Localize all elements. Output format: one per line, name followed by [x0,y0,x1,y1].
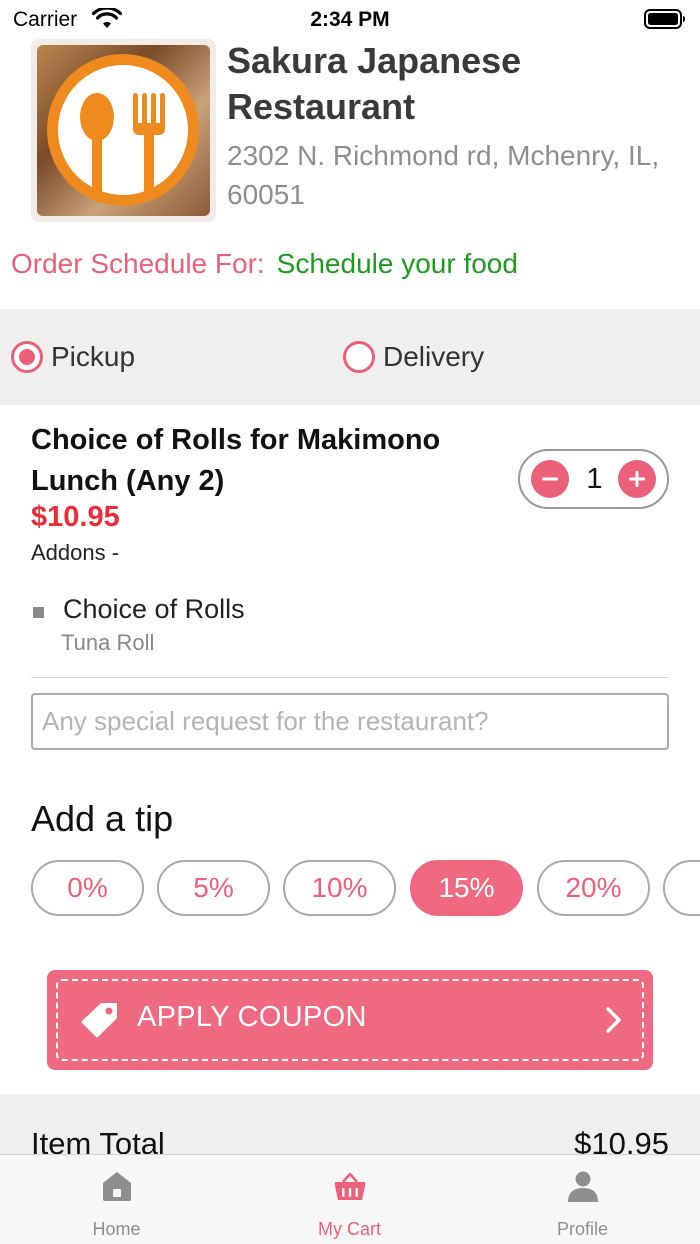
restaurant-address: 2302 N. Richmond rd, Mchenry, IL, 60051 [227,140,660,210]
basket-icon [335,1172,365,1200]
apply-coupon-button[interactable]: APPLY COUPON [47,970,653,1070]
tab-my-cart-label: My Cart [318,1219,381,1239]
tip-option-more[interactable] [663,860,700,916]
tip-option-5[interactable]: 5% [157,860,270,916]
order-schedule: Order Schedule For: Schedule your food [11,248,518,280]
tip-option-10[interactable]: 10% [283,860,396,916]
delivery-label: Delivery [383,341,485,372]
restaurant-name: Sakura Japanese Restaurant [227,40,522,127]
tab-my-cart[interactable]: My Cart [233,1155,466,1244]
cart-item-price: $10.95 [31,501,120,533]
quantity-value: 1 [586,463,603,495]
apply-coupon-label: APPLY COUPON [137,1001,367,1033]
tab-profile-label: Profile [556,1219,609,1239]
tab-profile[interactable]: Profile [466,1155,699,1244]
profile-icon [568,1171,598,1202]
tag-icon [81,1003,117,1038]
pickup-option[interactable]: Pickup [11,340,135,374]
addons-label: Addons - [31,540,120,565]
tab-bar: Home My Cart Profile [0,1154,700,1244]
status-time: 2:34 PM [310,8,390,31]
spoon-fork-icon [47,54,199,206]
tip-option-20[interactable]: 20% [537,860,650,916]
delivery-radio[interactable] [343,341,375,373]
divider [31,677,669,678]
status-bar: Carrier 2:34 PM [0,0,700,40]
addon-bullet-icon [33,607,44,618]
pickup-label: Pickup [51,341,136,372]
schedule-label: Order Schedule For: [11,248,265,279]
quantity-stepper: 1 [518,449,669,509]
chevron-right-icon [606,1007,621,1033]
cart-item-name: Choice of Rolls for Makimono Lunch (Any … [31,424,441,497]
tip-option-15[interactable]: 15% [410,860,523,916]
restaurant-logo [31,39,216,222]
delivery-option[interactable]: Delivery [343,340,484,374]
battery-icon [644,9,685,29]
tab-home-label: Home [92,1219,141,1239]
tip-title: Add a tip [31,798,174,839]
order-type-selector: Pickup Delivery [0,309,700,405]
tab-home[interactable]: Home [0,1155,233,1244]
special-request-input[interactable] [31,693,669,750]
addon-name: Choice of Rolls [63,594,245,624]
tip-option-0[interactable]: 0% [31,860,144,916]
pickup-radio[interactable] [11,341,43,373]
plus-icon [629,471,645,487]
schedule-food-link[interactable]: Schedule your food [277,248,518,279]
home-icon [103,1172,131,1201]
tip-options: 0% 5% 10% 15% 20% [31,860,700,918]
minus-icon [542,477,558,481]
decrease-quantity-button[interactable] [531,460,569,498]
increase-quantity-button[interactable] [618,460,656,498]
addon-value: Tuna Roll [61,630,155,655]
